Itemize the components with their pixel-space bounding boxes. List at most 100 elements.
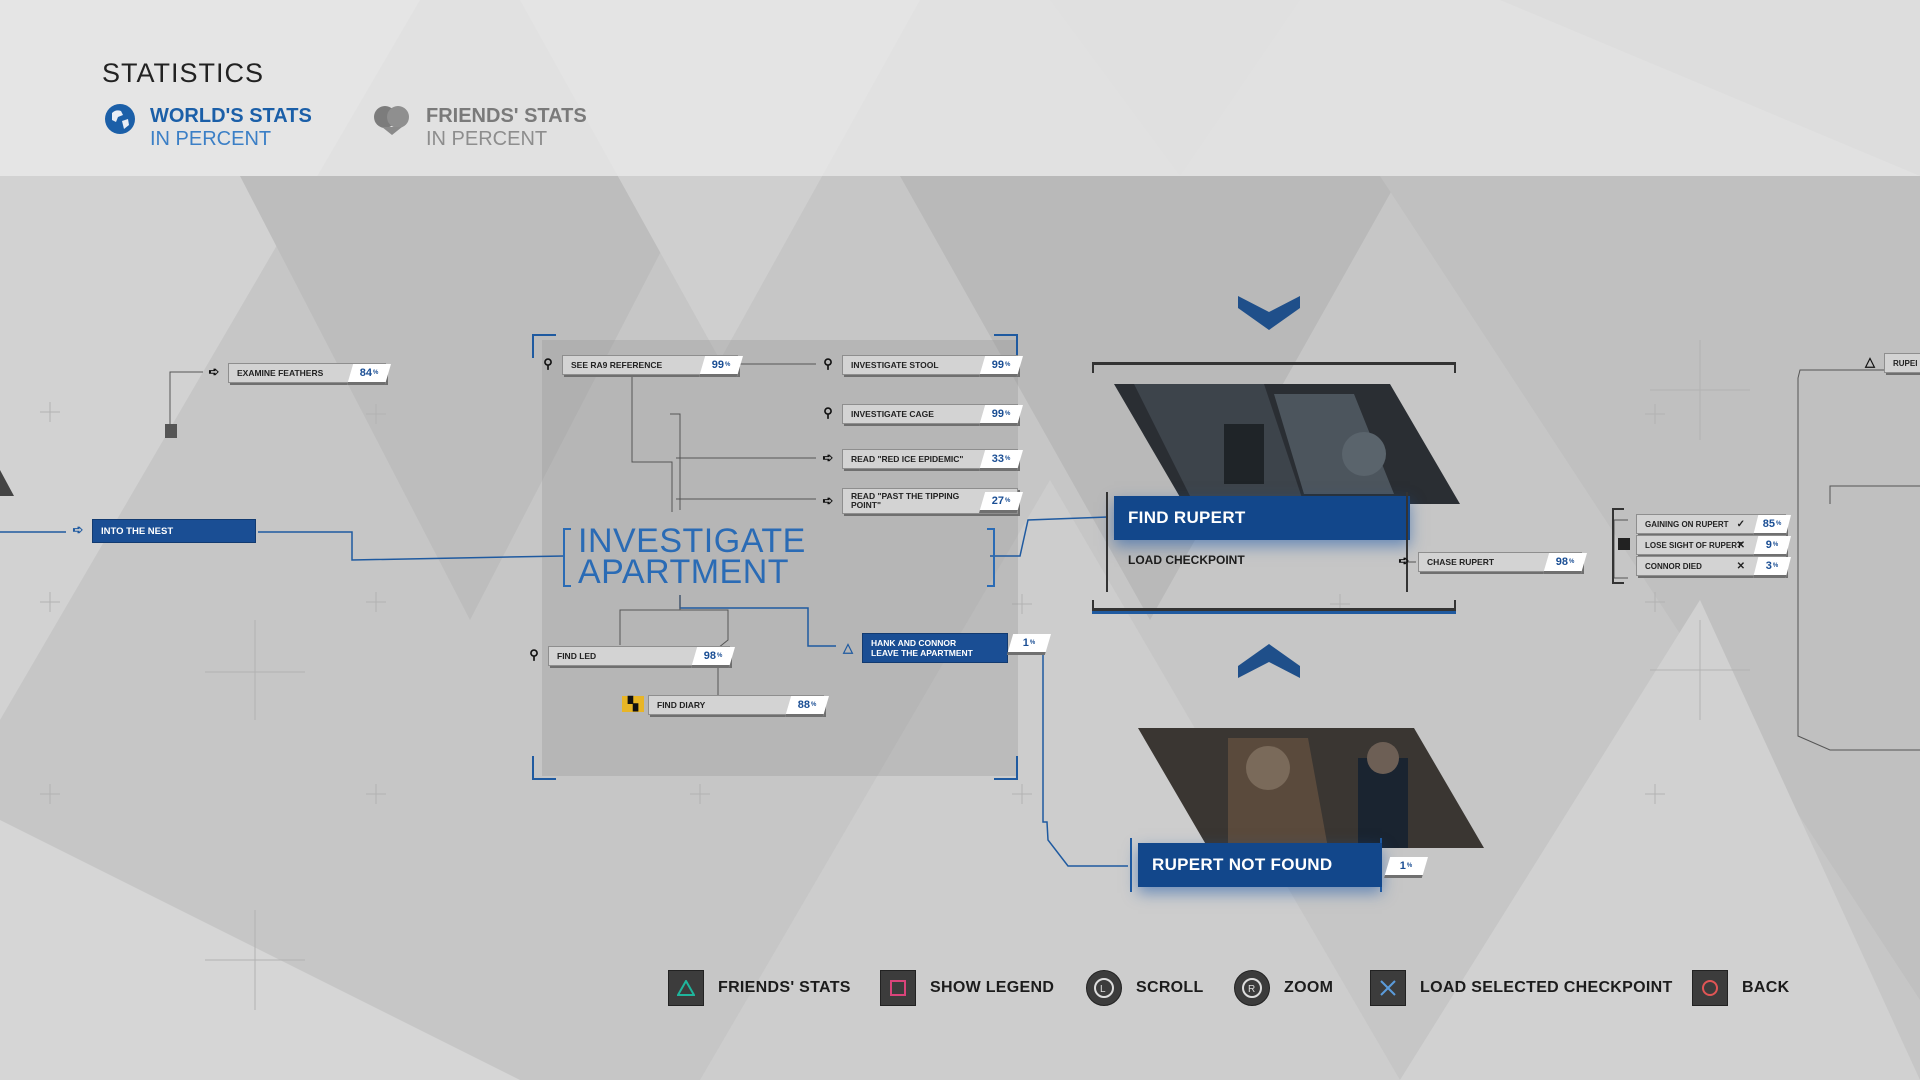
scroll-button[interactable]: L SCROLL	[1086, 970, 1204, 1006]
node-investigate-stool[interactable]: ⚲ INVESTIGATE STOOL 99%	[823, 355, 1023, 377]
node-hank-connor-leave[interactable]: △ HANK AND CONNOR LEAVE THE APARTMENT 1%	[843, 633, 1051, 663]
arrow-icon: ➪	[822, 493, 834, 508]
pct-value: 84	[359, 367, 372, 379]
investigate-apartment-title[interactable]: INVESTIGATE APARTMENT	[578, 524, 806, 589]
bracket-bl	[532, 756, 556, 780]
arrow-icon: ➪	[72, 522, 84, 537]
node-investigate-cage-label: INVESTIGATE CAGE	[851, 409, 934, 419]
pct-suffix: %	[372, 370, 379, 376]
node-examine-feathers-pct: 84%	[347, 364, 391, 385]
pct-suffix: %	[1004, 456, 1011, 462]
triangle-icon: △	[1865, 354, 1875, 369]
pct-suffix: %	[1004, 411, 1011, 417]
node-investigate-cage-pct: 99%	[979, 405, 1023, 426]
pct-suffix: %	[1004, 362, 1011, 368]
node-read-tipping-label: READ "PAST THE TIPPING POINT"	[851, 491, 960, 510]
bracket-br	[994, 756, 1018, 780]
node-lose-sight-pct: 9%	[1753, 536, 1791, 557]
cross-icon: ✕	[1736, 560, 1745, 572]
pct-value: 3	[1765, 560, 1772, 572]
rupert-not-found-thumbnail	[1138, 728, 1484, 848]
pct-value: 33	[991, 453, 1004, 465]
node-connor-died-label: CONNOR DIED	[1645, 561, 1702, 571]
node-find-diary[interactable]: ▚ FIND DIARY 88%	[622, 695, 829, 717]
pct-suffix: %	[724, 362, 731, 368]
node-see-ra9-label: SEE RA9 REFERENCE	[571, 360, 663, 370]
magnifier-icon: ⚲	[529, 647, 539, 662]
node-find-led-pct: 98%	[691, 647, 735, 668]
right-stick-icon: R	[1234, 970, 1270, 1006]
node-examine-feathers[interactable]: ➪ EXAMINE FEATHERS 84%	[209, 363, 391, 385]
bracket-tl	[532, 334, 556, 358]
cross-button-icon	[1370, 970, 1406, 1006]
check-icon: ✓	[1736, 518, 1745, 530]
pct-value: 99	[991, 408, 1004, 420]
node-find-led-label: FIND LED	[557, 651, 597, 661]
triangle-button-icon	[668, 970, 704, 1006]
node-rupert-edge[interactable]: △ RUPEI	[1865, 353, 1920, 373]
rupert-not-found-card[interactable]: RUPERT NOT FOUND	[1138, 843, 1382, 887]
pct-value: 99	[991, 359, 1004, 371]
node-lose-sight-of-rupert[interactable]: LOSE SIGHT OF RUPERT ✕ 9%	[1636, 535, 1791, 557]
scroll-down-chevron[interactable]	[1238, 644, 1300, 678]
node-gaining-on-rupert[interactable]: GAINING ON RUPERT ✓ 85%	[1636, 514, 1791, 536]
node-connor-died[interactable]: CONNOR DIED ✕ 3%	[1636, 556, 1791, 578]
footer-controls: FRIENDS' STATS SHOW LEGEND L SCROLL R ZO…	[0, 970, 1920, 1006]
pct-value: 1	[1399, 860, 1406, 872]
back-button[interactable]: BACK	[1692, 970, 1789, 1006]
pct-value: 99	[711, 359, 724, 371]
node-read-red-ice[interactable]: ➪ READ "RED ICE EPIDEMIC" 33%	[823, 449, 1023, 471]
arrow-icon: ➪	[1398, 553, 1410, 568]
square-button-icon	[880, 970, 916, 1006]
find-rupert-frame-bottom	[1092, 600, 1456, 611]
load-selected-label: LOAD SELECTED CHECKPOINT	[1420, 979, 1673, 996]
node-gaining-pct: 85%	[1753, 515, 1791, 536]
friends-stats-button[interactable]: FRIENDS' STATS	[668, 970, 851, 1006]
pct-suffix: %	[1004, 497, 1011, 504]
node-find-led[interactable]: ⚲ FIND LED 98%	[529, 646, 735, 668]
load-selected-checkpoint-button[interactable]: LOAD SELECTED CHECKPOINT	[1370, 970, 1673, 1006]
pct-suffix: %	[716, 653, 723, 659]
rupert-not-found-label: RUPERT NOT FOUND	[1152, 855, 1333, 874]
node-investigate-cage[interactable]: ⚲ INVESTIGATE CAGE 99%	[823, 404, 1023, 426]
node-chase-rupert-label: CHASE RUPERT	[1427, 557, 1495, 567]
zoom-button[interactable]: R ZOOM	[1234, 970, 1333, 1006]
pct-value: 85	[1762, 518, 1775, 530]
node-find-diary-label: FIND DIARY	[657, 700, 706, 710]
diary-icon: ▚	[622, 696, 644, 712]
label-bracket-right	[987, 528, 995, 587]
pct-suffix: %	[1772, 542, 1779, 548]
find-rupert-thumbnail	[1114, 384, 1460, 504]
left-stick-icon: L	[1086, 970, 1122, 1006]
pct-suffix: %	[1406, 863, 1413, 869]
node-hank-connor-label: HANK AND CONNOR LEAVE THE APARTMENT	[871, 638, 973, 658]
pct-suffix: %	[1775, 521, 1782, 527]
label-bracket-left	[563, 528, 571, 587]
triangle-icon: △	[843, 640, 853, 655]
scroll-up-chevron[interactable]	[1238, 296, 1300, 330]
lock-icon	[165, 424, 177, 438]
node-into-the-nest[interactable]: ➪ INTO THE NEST	[73, 519, 256, 543]
magnifier-icon: ⚲	[823, 356, 833, 371]
node-lose-sight-label: LOSE SIGHT OF RUPERT	[1645, 540, 1742, 550]
node-see-ra9-reference[interactable]: ⚲ SEE RA9 REFERENCE 99%	[543, 355, 743, 377]
node-rupert-not-found-pct: 1%	[1366, 856, 1428, 878]
friends-stats-label: FRIENDS' STATS	[718, 979, 851, 996]
node-hank-connor-pct: 1%	[1007, 634, 1051, 655]
node-read-red-ice-label: READ "RED ICE EPIDEMIC"	[851, 454, 964, 464]
pct-suffix: %	[1568, 559, 1575, 565]
pct-value: 1	[1022, 637, 1029, 649]
magnifier-icon: ⚲	[823, 405, 833, 420]
node-into-the-nest-label: INTO THE NEST	[101, 525, 174, 537]
node-read-tipping-point[interactable]: ➪ READ "PAST THE TIPPING POINT" 27%	[823, 488, 1023, 514]
magnifier-icon: ⚲	[543, 356, 553, 371]
arrow-icon: ➪	[208, 364, 220, 379]
svg-text:L: L	[1100, 984, 1106, 995]
node-chase-rupert[interactable]: ➪ CHASE RUPERT 98%	[1399, 552, 1587, 574]
node-chase-rupert-pct: 98%	[1543, 553, 1587, 574]
node-investigate-stool-pct: 99%	[979, 356, 1023, 377]
arrow-icon: ➪	[822, 450, 834, 465]
show-legend-button[interactable]: SHOW LEGEND	[880, 970, 1054, 1006]
node-read-red-ice-pct: 33%	[979, 450, 1023, 471]
node-connor-died-pct: 3%	[1753, 557, 1791, 578]
